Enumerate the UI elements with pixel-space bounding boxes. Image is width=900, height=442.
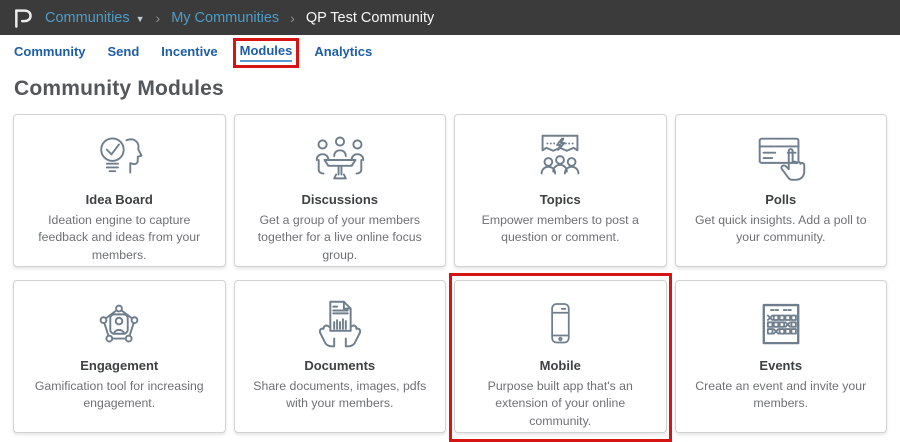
module-card-documents[interactable]: Documents Share documents, images, pdfs w… [234,280,447,433]
breadcrumb-separator: › [153,10,164,26]
polls-icon [750,129,812,189]
communities-menu-label: Communities [45,10,130,26]
module-description: Empower members to post a question or co… [455,212,666,247]
module-title: Events [759,358,802,373]
tab-label: Incentive [161,44,217,61]
module-description: Get a group of your members together for… [235,212,446,264]
module-description: Ideation engine to capture feedback and … [14,212,225,264]
module-card-mobile[interactable]: Mobile Purpose built app that's an extens… [454,280,667,433]
module-card-discussions[interactable]: Discussions Get a group of your members t… [234,114,447,267]
module-description: Create an event and invite your members. [676,378,887,413]
module-title: Engagement [80,358,158,373]
module-description: Gamification tool for increasing engagem… [14,378,225,413]
tab-label: Community [14,44,86,61]
tab-label: Send [108,44,140,61]
engagement-icon [88,295,150,355]
tab-modules[interactable]: Modules [240,42,293,62]
modules-grid: Idea Board Ideation engine to capture fee… [0,114,900,433]
module-title: Topics [540,192,581,207]
questionpro-logo-icon[interactable] [12,6,33,30]
module-card-engagement[interactable]: Engagement Gamification tool for increasi… [13,280,226,433]
module-title: Discussions [301,192,378,207]
tab-analytics[interactable]: Analytics [314,43,372,61]
module-description: Purpose built app that's an extension of… [455,378,666,430]
communities-menu[interactable]: Communities ▼ [45,10,145,26]
breadcrumb-separator: › [287,10,298,26]
module-title: Polls [765,192,796,207]
nav-tabs: Community Send Incentive Modules Analytics [0,35,900,66]
module-card-idea-board[interactable]: Idea Board Ideation engine to capture fee… [13,114,226,267]
module-title: Idea Board [86,192,153,207]
module-card-polls[interactable]: Polls Get quick insights. Add a poll to y… [675,114,888,267]
tab-community[interactable]: Community [14,43,86,61]
mobile-icon [532,295,588,355]
module-card-topics[interactable]: Topics Empower members to post a question… [454,114,667,267]
tab-send[interactable]: Send [108,43,140,61]
breadcrumb-my-communities[interactable]: My Communities [171,10,279,26]
tab-incentive[interactable]: Incentive [161,43,217,61]
chevron-down-icon: ▼ [136,14,145,24]
tab-label: Analytics [314,44,372,61]
module-description: Get quick insights. Add a poll to your c… [676,212,887,247]
documents-icon [309,295,371,355]
tab-label: Modules [240,43,293,62]
module-card-events[interactable]: Events Create an event and invite your me… [675,280,888,433]
module-title: Documents [304,358,375,373]
idea-board-icon [89,129,149,189]
topics-icon [529,129,591,189]
module-description: Share documents, images, pdfs with your … [235,378,446,413]
topbar: Communities ▼ › My Communities › QP Test… [0,0,900,35]
events-icon [752,295,810,355]
discussions-icon [309,129,371,189]
breadcrumb-current-community: QP Test Community [306,10,434,26]
page-title: Community Modules [14,77,886,101]
module-title: Mobile [540,358,581,373]
